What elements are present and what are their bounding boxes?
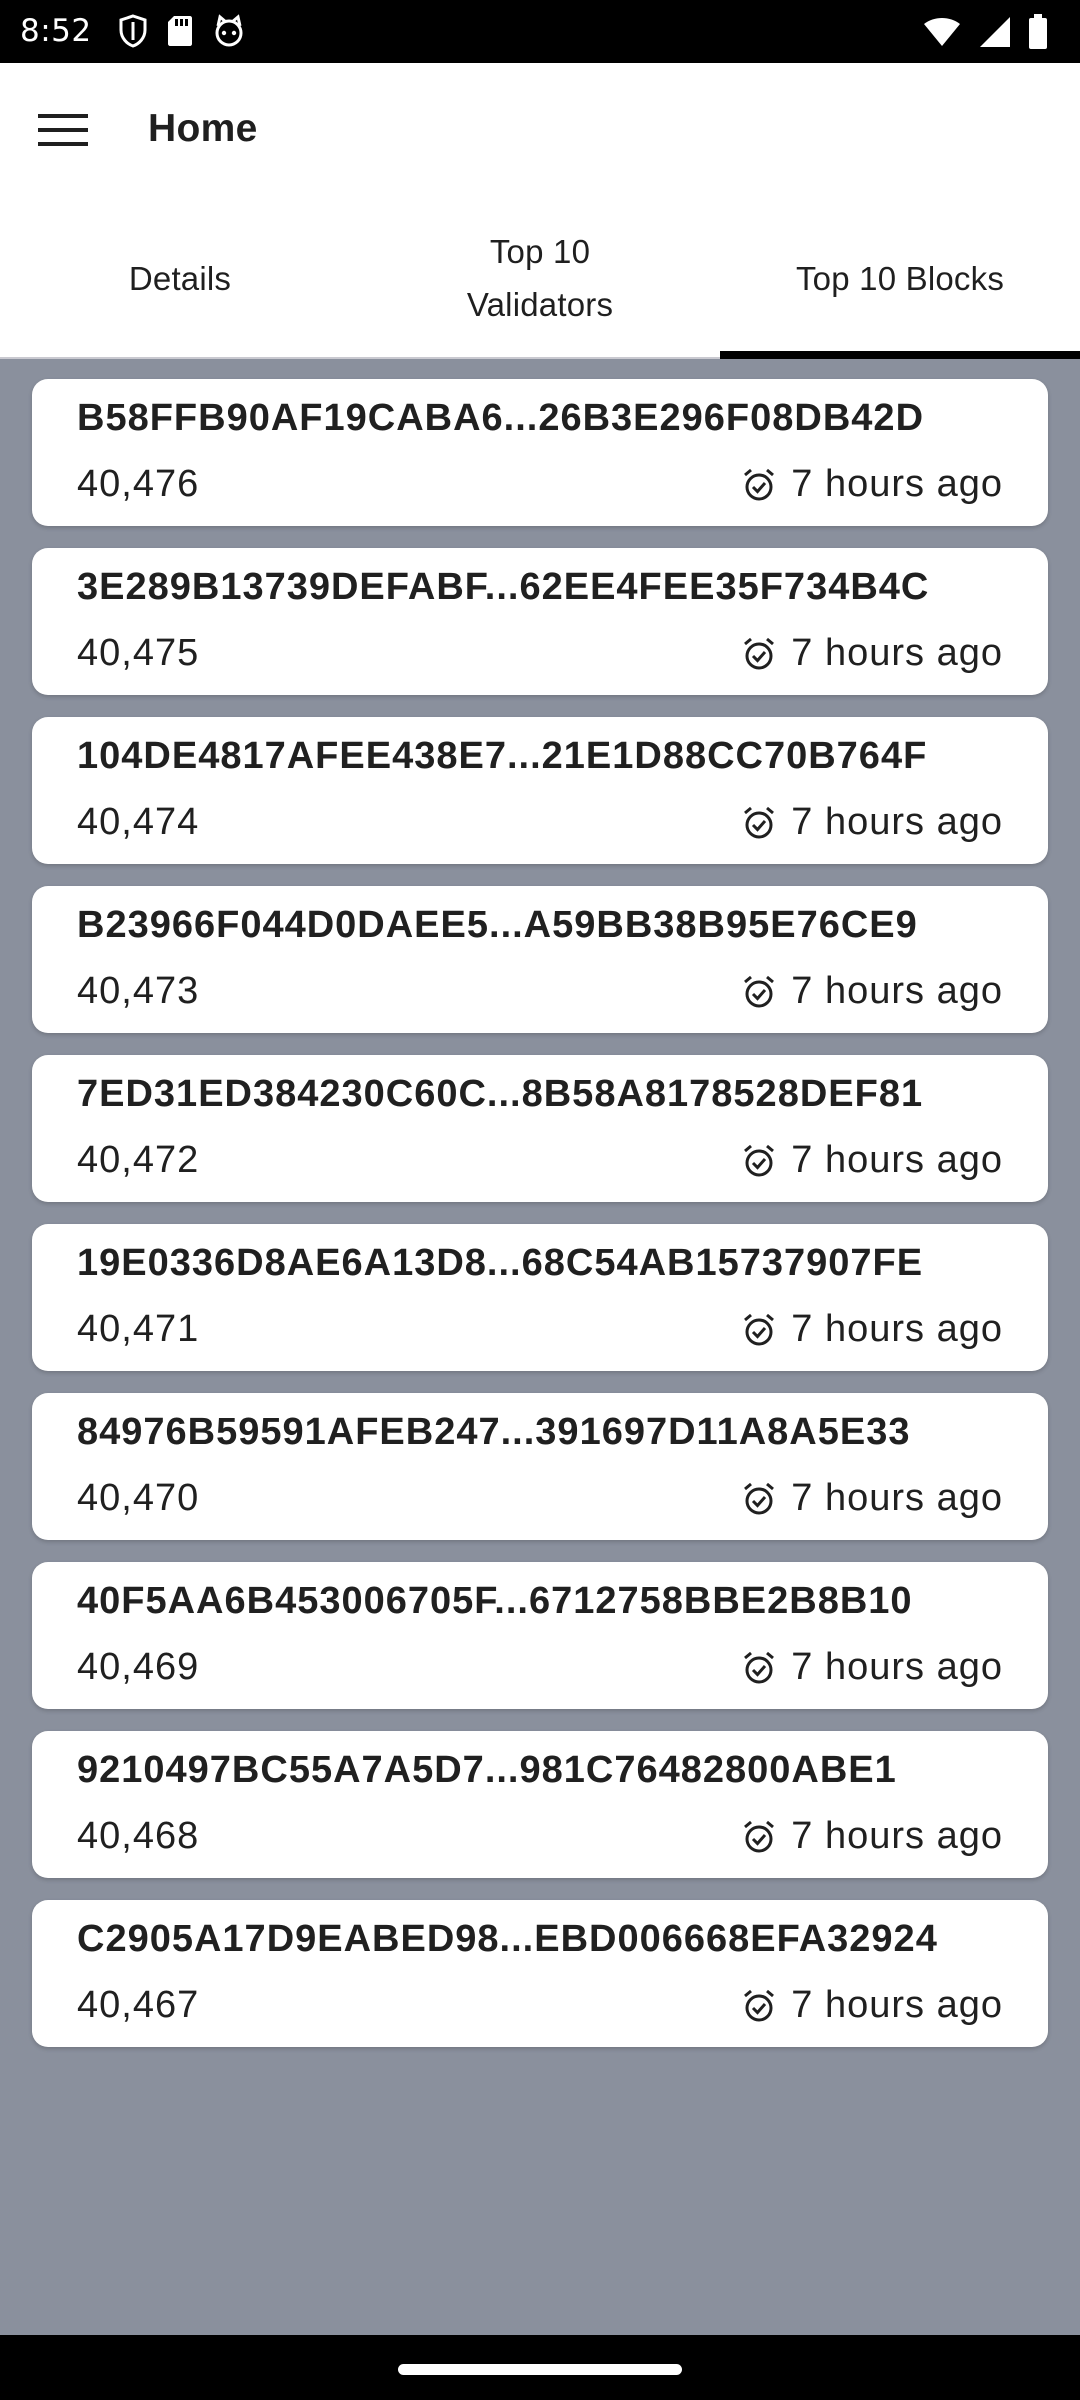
status-time: 8:52 — [20, 13, 92, 49]
blocks-content[interactable]: B58FFB90AF19CABA6...26B3E296F08DB42D 40,… — [0, 359, 1080, 2335]
block-time-text: 7 hours ago — [791, 1139, 1003, 1181]
home-gesture-handle[interactable] — [398, 2364, 682, 2375]
block-height: 40,467 — [77, 1984, 200, 2026]
block-hash: C2905A17D9EABED98...EBD006668EFA32924 — [77, 1918, 938, 1960]
block-time: 7 hours ago — [741, 1815, 1003, 1858]
block-height: 40,470 — [77, 1477, 200, 1519]
block-hash: 9210497BC55A7A5D7...981C76482800ABE1 — [77, 1749, 897, 1791]
block-time: 7 hours ago — [741, 463, 1003, 506]
shield-icon — [118, 14, 148, 48]
block-time: 7 hours ago — [741, 1308, 1003, 1351]
active-tab-indicator — [720, 351, 1080, 359]
block-time-text: 7 hours ago — [791, 632, 1003, 674]
block-hash: 84976B59591AFEB247...391697D11A8A5E33 — [77, 1411, 911, 1453]
block-hash: 3E289B13739DEFABF...62EE4FEE35F734B4C — [77, 566, 930, 608]
block-time: 7 hours ago — [741, 1646, 1003, 1689]
block-time-text: 7 hours ago — [791, 1308, 1003, 1350]
block-height: 40,476 — [77, 463, 200, 505]
block-list: B58FFB90AF19CABA6...26B3E296F08DB42D 40,… — [32, 379, 1048, 2069]
block-hash: 7ED31ED384230C60C...8B58A8178528DEF81 — [77, 1073, 924, 1115]
block-card[interactable]: 9210497BC55A7A5D7...981C76482800ABE1 40,… — [32, 1731, 1048, 1878]
tab-label: Top 10 Validators — [466, 233, 614, 323]
battery-icon — [1028, 14, 1048, 50]
block-hash: 104DE4817AFEE438E7...21E1D88CC70B764F — [77, 735, 928, 777]
block-hash: B58FFB90AF19CABA6...26B3E296F08DB42D — [77, 397, 925, 439]
block-hash: B23966F044D0DAEE5...A59BB38B95E76CE9 — [77, 904, 918, 946]
alarm-clock-icon — [741, 636, 777, 672]
wifi-icon — [922, 16, 962, 48]
block-time: 7 hours ago — [741, 970, 1003, 1013]
block-time: 7 hours ago — [741, 801, 1003, 844]
block-card[interactable]: 3E289B13739DEFABF...62EE4FEE35F734B4C 40… — [32, 548, 1048, 695]
block-card[interactable]: 104DE4817AFEE438E7...21E1D88CC70B764F 40… — [32, 717, 1048, 864]
block-height: 40,472 — [77, 1139, 200, 1181]
block-time: 7 hours ago — [741, 1984, 1003, 2027]
block-height: 40,475 — [77, 632, 200, 674]
block-card[interactable]: C2905A17D9EABED98...EBD006668EFA32924 40… — [32, 1900, 1048, 2047]
alarm-clock-icon — [741, 1988, 777, 2024]
tab-details[interactable]: Details — [0, 199, 360, 357]
block-hash: 40F5AA6B453006705F...6712758BBE2B8B10 — [77, 1580, 913, 1622]
block-hash: 19E0336D8AE6A13D8...68C54AB15737907FE — [77, 1242, 924, 1284]
block-time-text: 7 hours ago — [791, 1477, 1003, 1519]
block-time-text: 7 hours ago — [791, 970, 1003, 1012]
tab-label: Details — [128, 259, 232, 297]
block-card[interactable]: 19E0336D8AE6A13D8...68C54AB15737907FE 40… — [32, 1224, 1048, 1371]
block-time: 7 hours ago — [741, 1477, 1003, 1520]
status-right-icons — [922, 14, 1048, 50]
page-title: Home — [148, 107, 258, 150]
block-height: 40,473 — [77, 970, 200, 1012]
tab-top-10-validators[interactable]: Top 10 Validators — [360, 199, 720, 357]
block-time: 7 hours ago — [741, 1139, 1003, 1182]
alarm-clock-icon — [741, 1312, 777, 1348]
alarm-clock-icon — [741, 805, 777, 841]
block-card[interactable]: 40F5AA6B453006705F...6712758BBE2B8B10 40… — [32, 1562, 1048, 1709]
block-height: 40,469 — [77, 1646, 200, 1688]
hamburger-menu-icon — [38, 112, 88, 153]
block-card[interactable]: 84976B59591AFEB247...391697D11A8A5E33 40… — [32, 1393, 1048, 1540]
app-bar: Home — [0, 63, 1080, 199]
system-navigation-bar — [0, 2335, 1080, 2400]
alarm-clock-icon — [741, 1819, 777, 1855]
alarm-clock-icon — [741, 1481, 777, 1517]
block-time-text: 7 hours ago — [791, 463, 1003, 505]
block-height: 40,474 — [77, 801, 200, 843]
status-left-icons — [118, 14, 246, 48]
alarm-clock-icon — [741, 467, 777, 503]
sd-card-icon — [166, 14, 194, 48]
block-time-text: 7 hours ago — [791, 1646, 1003, 1688]
block-height: 40,468 — [77, 1815, 200, 1857]
block-card[interactable]: B58FFB90AF19CABA6...26B3E296F08DB42D 40,… — [32, 379, 1048, 526]
block-card[interactable]: 7ED31ED384230C60C...8B58A8178528DEF81 40… — [32, 1055, 1048, 1202]
alarm-clock-icon — [741, 1143, 777, 1179]
cat-face-icon — [212, 14, 246, 48]
block-time-text: 7 hours ago — [791, 801, 1003, 843]
block-time-text: 7 hours ago — [791, 1815, 1003, 1857]
signal-icon — [978, 15, 1012, 49]
menu-button[interactable] — [30, 99, 96, 165]
status-bar: 8:52 — [0, 0, 1080, 63]
block-card[interactable]: B23966F044D0DAEE5...A59BB38B95E76CE9 40,… — [32, 886, 1048, 1033]
tab-bar: Details Top 10 Validators Top 10 Blocks — [0, 199, 1080, 359]
tab-top-10-blocks[interactable]: Top 10 Blocks — [720, 199, 1080, 359]
alarm-clock-icon — [741, 974, 777, 1010]
block-time-text: 7 hours ago — [791, 1984, 1003, 2026]
tab-label: Top 10 Blocks — [795, 259, 1005, 297]
block-time: 7 hours ago — [741, 632, 1003, 675]
block-height: 40,471 — [77, 1308, 200, 1350]
alarm-clock-icon — [741, 1650, 777, 1686]
